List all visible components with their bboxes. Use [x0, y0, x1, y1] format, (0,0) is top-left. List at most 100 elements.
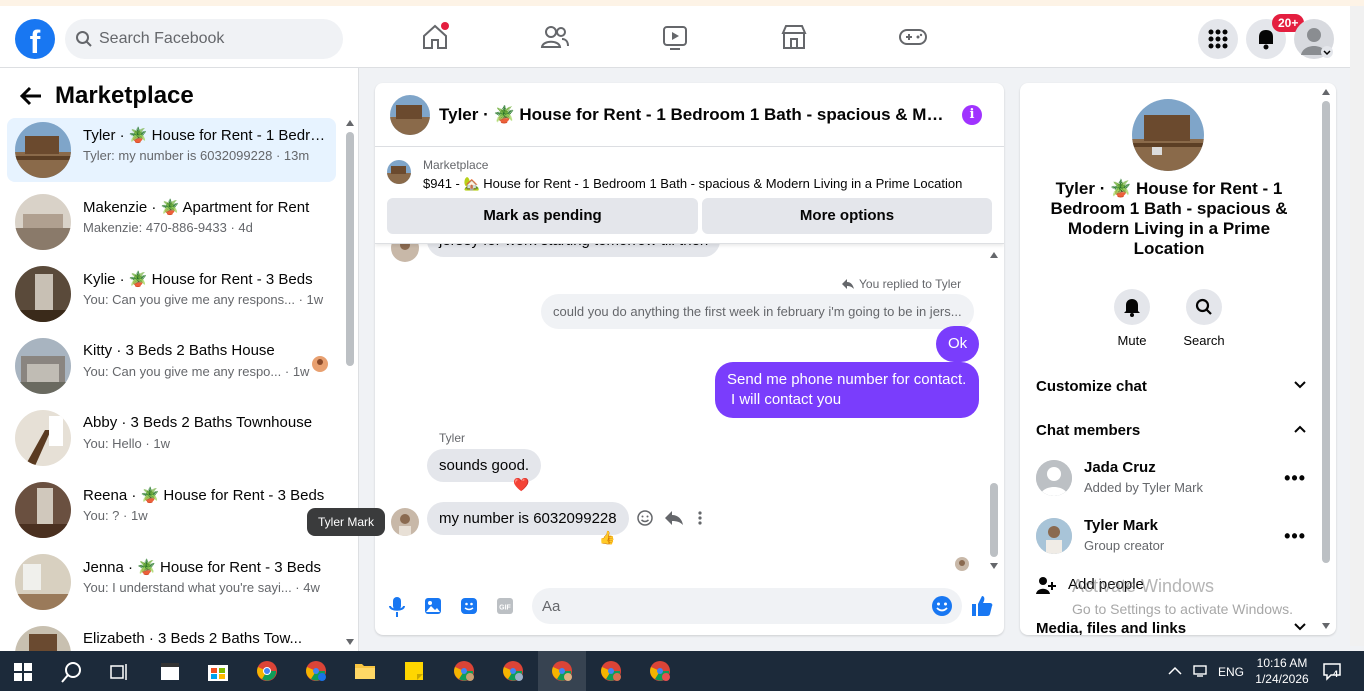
back-arrow-icon[interactable] — [19, 85, 43, 107]
listing-price-title[interactable]: $941 - 🏡 House for Rent - 1 Bedroom 1 Ba… — [423, 176, 962, 192]
input-language[interactable]: ENG — [1218, 665, 1244, 679]
chrome-icon — [601, 661, 621, 681]
chat-member[interactable]: Tyler Mark Group creator ••• — [1036, 514, 1306, 558]
conversation-title: Tyler · 🪴 House for Rent - 1 Bedroom 1 B… — [83, 127, 328, 144]
scroll-up-arrow-icon[interactable] — [346, 120, 354, 126]
start-button[interactable] — [0, 651, 48, 691]
taskbar-clock[interactable]: 10:16 AM 1/24/2026 — [1252, 655, 1312, 687]
mark-as-pending-button[interactable]: Mark as pending — [387, 198, 698, 234]
taskbar-app-sticky-notes[interactable] — [390, 651, 438, 691]
emoji-icon[interactable] — [932, 596, 952, 616]
conversation-item[interactable]: Kylie · 🪴 House for Rent - 3 Beds You: C… — [7, 262, 336, 326]
more-actions-icon[interactable] — [697, 510, 703, 526]
listing-photo[interactable] — [1132, 99, 1204, 171]
search-icon — [1195, 298, 1212, 315]
task-view-icon — [110, 664, 127, 680]
taskbar-app-chrome-profile[interactable] — [636, 651, 684, 691]
listing-thumbnail — [15, 554, 71, 610]
chat-window: Tyler · 🪴 House for Rent - 1 Bedroom 1 B… — [375, 83, 1004, 635]
show-hidden-icons-chevron-icon[interactable] — [1168, 666, 1182, 675]
search-box[interactable] — [65, 19, 343, 59]
customize-chat-section[interactable]: Customize chat — [1036, 378, 1306, 395]
message-input-box[interactable] — [532, 588, 962, 624]
search-input[interactable] — [99, 19, 329, 59]
activate-windows-subtitle: Go to Settings to activate Windows. — [1072, 601, 1293, 617]
taskbar-app-chrome-profile[interactable] — [440, 651, 488, 691]
incoming-message: jersey for work starting tomorrow till t… — [427, 244, 721, 257]
thumbs-up-send-icon[interactable] — [971, 595, 993, 617]
conversation-title: Kitty · 3 Beds 2 Baths House — [83, 342, 275, 359]
taskbar-search-button[interactable] — [48, 651, 96, 691]
gif-icon[interactable]: GIF — [496, 597, 514, 615]
video-icon[interactable] — [660, 22, 690, 52]
heart-reaction-icon[interactable]: ❤️ — [513, 477, 529, 493]
media-files-links-section[interactable]: Media, files and links — [1036, 620, 1306, 635]
chat-scrollbar[interactable] — [990, 483, 998, 557]
taskbar-app-file-explorer[interactable] — [341, 651, 389, 691]
member-name: Tyler Mark — [1084, 517, 1158, 534]
thumbs-up-reaction-icon[interactable]: 👍 — [599, 530, 615, 546]
taskbar-app-chrome-profile[interactable] — [489, 651, 537, 691]
replied-label: You replied to Tyler — [859, 277, 962, 291]
image-icon[interactable] — [424, 597, 442, 615]
conversation-item[interactable]: Reena · 🪴 House for Rent - 3 Beds You: ?… — [7, 478, 336, 542]
page-scrollbar[interactable] — [1350, 6, 1364, 646]
message-input[interactable] — [542, 588, 912, 624]
member-options-icon[interactable]: ••• — [1284, 468, 1306, 489]
conversation-list-scrollbar[interactable] — [346, 132, 354, 366]
chrome-icon — [552, 661, 572, 681]
chat-member[interactable]: Jada Cruz Added by Tyler Mark ••• — [1036, 456, 1306, 500]
friends-icon[interactable] — [540, 22, 570, 52]
conversation-title: Elizabeth · 3 Beds 2 Baths Tow... — [83, 630, 303, 647]
conversation-item[interactable]: Kitty · 3 Beds 2 Baths House You: Can yo… — [7, 334, 336, 398]
marketplace-conversation-list: Marketplace Tyler · 🪴 House for Rent - 1… — [0, 68, 359, 651]
mute-label: Mute — [1117, 333, 1147, 348]
microphone-icon[interactable] — [389, 597, 405, 617]
sticker-icon[interactable] — [460, 597, 478, 615]
taskbar-app-chrome-active[interactable] — [538, 651, 586, 691]
search-in-chat-action[interactable]: Search — [1174, 289, 1234, 348]
conversation-item[interactable]: Makenzie · 🪴 Apartment for Rent Makenzie… — [7, 190, 336, 254]
action-center-button[interactable]: 4 — [1322, 661, 1342, 681]
account-avatar[interactable] — [1294, 19, 1334, 59]
scroll-up-arrow-icon[interactable] — [990, 252, 998, 258]
folder-icon — [355, 664, 375, 679]
reply-icon[interactable] — [665, 510, 683, 526]
emoji-react-icon[interactable] — [637, 510, 653, 526]
mute-action[interactable]: Mute — [1102, 289, 1162, 348]
scroll-up-arrow-icon[interactable] — [1322, 89, 1330, 95]
taskbar-app-chrome-profile[interactable] — [292, 651, 340, 691]
chat-title[interactable]: Tyler · 🪴 House for Rent - 1 Bedroom 1 B… — [439, 105, 949, 125]
more-options-button[interactable]: More options — [702, 198, 992, 234]
menu-grid-button[interactable] — [1198, 19, 1238, 59]
replied-quote[interactable]: could you do anything the first week in … — [541, 294, 974, 329]
info-icon[interactable]: i — [962, 105, 982, 125]
taskbar-app-chrome-profile[interactable] — [587, 651, 635, 691]
conversation-preview: You: ? · 1w — [83, 508, 148, 523]
chat-listing-avatar[interactable] — [390, 95, 430, 135]
chat-header: Tyler · 🪴 House for Rent - 1 Bedroom 1 B… — [375, 83, 1004, 147]
task-view-button[interactable] — [96, 651, 144, 691]
scroll-down-arrow-icon[interactable] — [1322, 623, 1330, 629]
scroll-down-arrow-icon[interactable] — [990, 563, 998, 569]
conversation-item[interactable]: Jenna · 🪴 House for Rent - 3 Beds You: I… — [7, 550, 336, 614]
member-options-icon[interactable]: ••• — [1284, 526, 1306, 547]
taskbar-app-chrome[interactable] — [243, 651, 291, 691]
conversation-preview: You: Hello · 1w — [83, 436, 170, 451]
conversation-item[interactable]: Elizabeth · 3 Beds 2 Baths Tow... — [7, 622, 336, 651]
chat-members-section[interactable]: Chat members — [1036, 422, 1306, 439]
facebook-logo-icon[interactable]: f — [15, 19, 55, 59]
conversation-item[interactable]: Tyler · 🪴 House for Rent - 1 Bedroom 1 B… — [7, 118, 336, 182]
marketplace-icon[interactable] — [779, 22, 809, 52]
conversation-item[interactable]: Abby · 3 Beds 2 Baths Townhouse You: Hel… — [7, 406, 336, 470]
listing-thumbnail — [15, 626, 71, 651]
conversation-title: Abby · 3 Beds 2 Baths Townhouse — [83, 414, 313, 431]
scroll-down-arrow-icon[interactable] — [346, 639, 354, 645]
chrome-icon — [306, 661, 326, 681]
outgoing-message: Ok — [936, 326, 980, 362]
display-icon[interactable] — [1193, 664, 1207, 678]
details-scrollbar[interactable] — [1322, 101, 1330, 563]
taskbar-app-clapper[interactable] — [146, 651, 194, 691]
taskbar-app-store[interactable] — [194, 651, 242, 691]
gaming-icon[interactable] — [898, 22, 928, 52]
